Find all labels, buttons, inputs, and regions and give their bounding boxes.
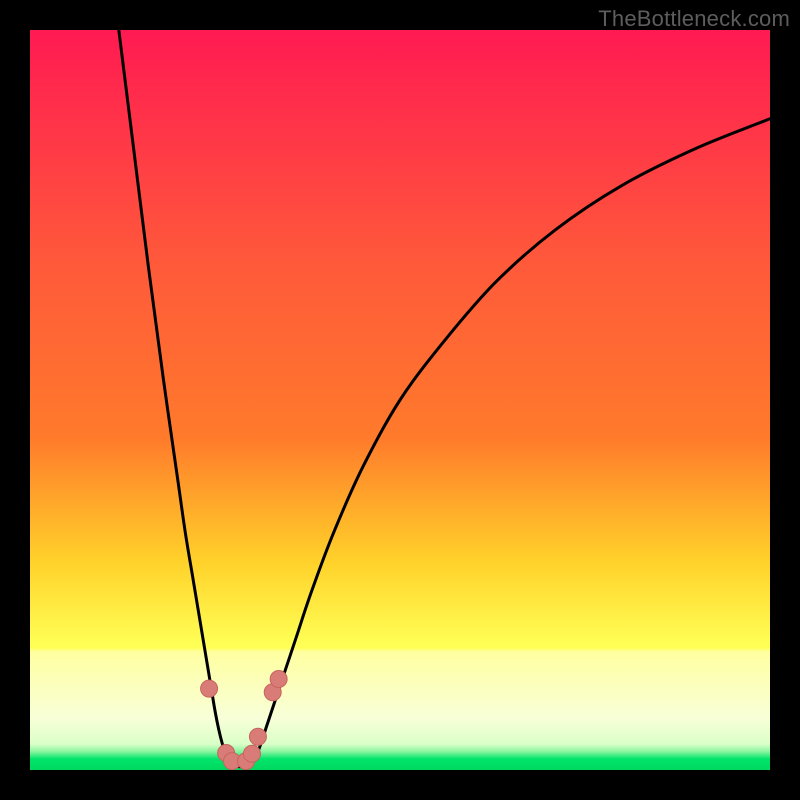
bottleneck-curve-chart [30,30,770,770]
watermark-text: TheBottleneck.com [598,6,790,32]
data-marker [201,680,218,697]
data-marker [244,745,261,762]
chart-frame: TheBottleneck.com [0,0,800,800]
plot-area [30,30,770,770]
data-marker [270,670,287,687]
data-marker [249,728,266,745]
